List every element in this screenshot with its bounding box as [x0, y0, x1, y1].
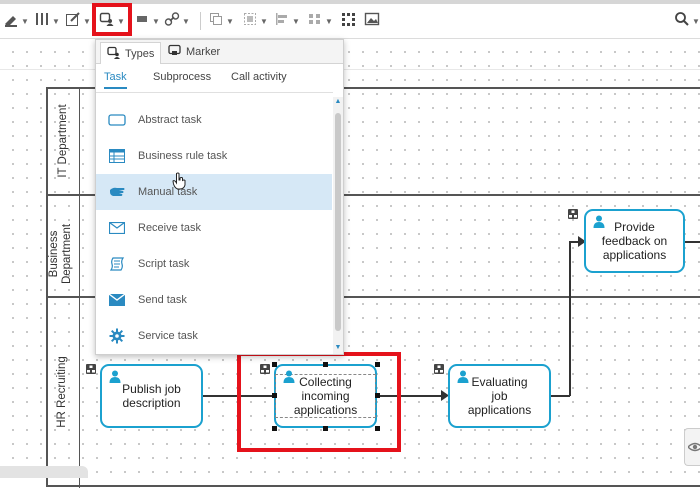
- grid-button[interactable]: [340, 11, 356, 31]
- sequence-flow[interactable]: [551, 395, 570, 397]
- marker-icon: [168, 44, 182, 60]
- chevron-down-icon: ▼: [83, 16, 91, 26]
- list-item-send-task[interactable]: Send task: [96, 282, 332, 318]
- image-button[interactable]: [364, 11, 380, 31]
- task-publish-job[interactable]: Publish job description: [100, 364, 203, 428]
- subtab-call-activity[interactable]: Call activity: [231, 71, 287, 83]
- receive-task-icon: [96, 222, 138, 234]
- user-task-icon: [457, 370, 469, 386]
- panel-tabs: Types Marker: [96, 40, 343, 64]
- shape-tool-icon: [136, 11, 150, 32]
- eye-icon: [687, 440, 700, 458]
- subtab-task[interactable]: Task: [104, 71, 127, 83]
- select-all-button[interactable]: ▼: [242, 11, 268, 31]
- search-icon: [674, 11, 690, 32]
- task-evaluating-applications[interactable]: Evaluating job applications: [448, 364, 551, 428]
- task-types-icon: [107, 46, 121, 62]
- structure-marker-icon: [86, 364, 96, 374]
- task-type-list: Abstract task Business rule task Manual …: [96, 92, 333, 355]
- columns-tool-button[interactable]: ▼: [34, 11, 60, 31]
- link-tool-button[interactable]: ▼: [164, 11, 190, 31]
- panel-subtabs: Task Subprocess Call activity: [96, 64, 343, 90]
- structure-marker-icon: [568, 209, 578, 219]
- list-item-receive-task[interactable]: Receive task: [96, 210, 332, 246]
- highlighter-tool-button[interactable]: ▼: [3, 11, 29, 31]
- chevron-down-icon: ▼: [182, 16, 190, 26]
- chevron-down-icon: ▼: [692, 16, 700, 26]
- copy-format-button[interactable]: ▼: [208, 11, 234, 31]
- task-label: Publish job description: [122, 382, 181, 410]
- active-subtab-indicator: [104, 87, 127, 89]
- list-item-manual-task[interactable]: Manual task: [96, 174, 332, 210]
- user-task-icon: [109, 370, 121, 386]
- chevron-down-icon: ▼: [52, 16, 60, 26]
- scroll-down-icon[interactable]: ▼: [334, 344, 342, 352]
- chevron-down-icon: ▼: [325, 16, 333, 26]
- user-task-icon: [593, 215, 605, 231]
- manual-task-icon: [96, 186, 138, 198]
- hand-cursor-icon: [172, 172, 187, 195]
- sequence-flow[interactable]: [685, 241, 700, 243]
- insert-task-tool-icon: [99, 11, 115, 32]
- service-task-icon: [96, 328, 138, 344]
- search-button[interactable]: ▼: [674, 11, 700, 31]
- lane-label-it: IT Department: [57, 104, 69, 178]
- select-all-icon: [242, 11, 258, 32]
- selected-task-highlight: [237, 352, 401, 452]
- list-item-abstract-task[interactable]: Abstract task: [96, 102, 332, 138]
- chevron-down-icon: ▼: [260, 16, 268, 26]
- lane-label-business: Business Department: [48, 223, 73, 285]
- scroll-up-icon[interactable]: ▲: [334, 98, 342, 106]
- align-icon: [274, 11, 290, 32]
- list-item-script-task[interactable]: Script task: [96, 246, 332, 282]
- toolbar: ▼ ▼ ▼ ▼ ▼ ▼ ▼ ▼ ▼ ▼ ▼: [0, 3, 700, 39]
- chevron-down-icon: ▼: [152, 16, 160, 26]
- chevron-down-icon: ▼: [21, 16, 29, 26]
- edit-tool-icon: [65, 11, 81, 32]
- highlighter-tool-icon: [3, 11, 19, 32]
- scrollbar-thumb[interactable]: [335, 113, 341, 331]
- abstract-task-icon: [96, 114, 138, 126]
- grid-icon: [340, 11, 356, 32]
- shape-tool-button[interactable]: ▼: [136, 11, 160, 31]
- columns-tool-icon: [34, 11, 50, 32]
- copy-format-icon: [208, 11, 224, 32]
- view-toggle-button[interactable]: [684, 428, 700, 466]
- chevron-down-icon: ▼: [226, 16, 234, 26]
- dropdown-scrollbar[interactable]: ▲ ▼: [333, 97, 343, 354]
- toolbar-divider: [200, 12, 201, 30]
- structure-marker-icon: [434, 364, 444, 374]
- list-item-service-task[interactable]: Service task: [96, 318, 332, 354]
- chevron-down-icon: ▼: [292, 16, 300, 26]
- edit-tool-button[interactable]: ▼: [65, 11, 91, 31]
- align-button[interactable]: ▼: [274, 11, 300, 31]
- link-tool-icon: [164, 11, 180, 32]
- task-provide-feedback[interactable]: Provide feedback on applications: [584, 209, 685, 273]
- sequence-flow[interactable]: [569, 241, 571, 396]
- tab-types[interactable]: Types: [100, 42, 162, 64]
- subtab-subprocess[interactable]: Subprocess: [153, 71, 211, 83]
- list-item-business-rule-task[interactable]: Business rule task: [96, 138, 332, 174]
- distribute-button[interactable]: ▼: [307, 11, 333, 31]
- send-task-icon: [96, 294, 138, 306]
- chevron-down-icon: ▼: [117, 16, 125, 26]
- insert-task-tool-button[interactable]: ▼: [99, 11, 125, 31]
- lane-label-hr: HR Recruiting: [56, 356, 68, 428]
- horizontal-scrollbar[interactable]: [0, 466, 88, 478]
- business-rule-task-icon: [96, 149, 138, 163]
- tab-marker[interactable]: Marker: [162, 42, 226, 62]
- task-type-dropdown: Types Marker Task Subprocess Call activi…: [95, 39, 344, 355]
- script-task-icon: [96, 257, 138, 271]
- distribute-icon: [307, 11, 323, 32]
- image-icon: [364, 11, 380, 32]
